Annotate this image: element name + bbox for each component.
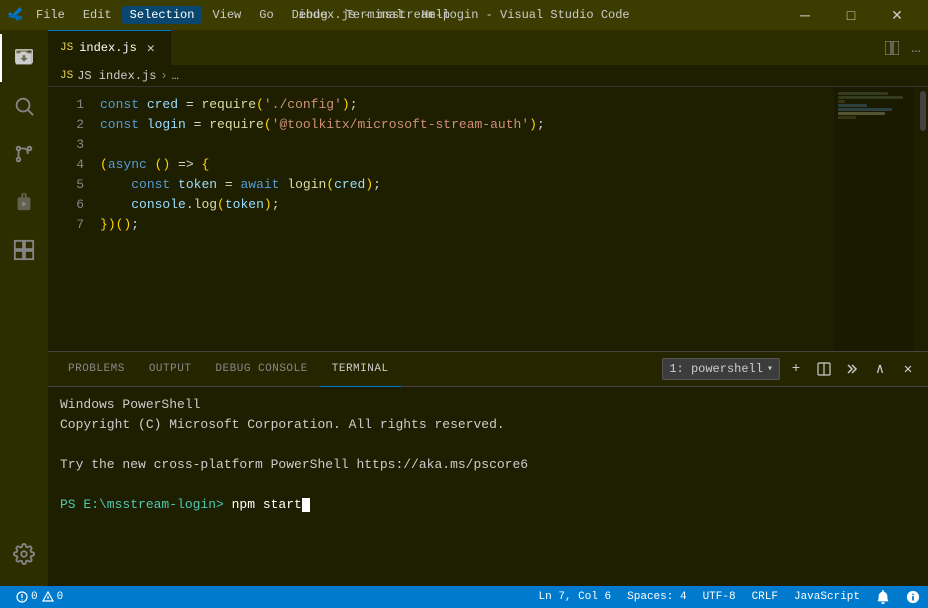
menu-go[interactable]: Go	[251, 6, 281, 24]
terminal-panel: PROBLEMS OUTPUT DEBUG CONSOLE TERMINAL 1…	[48, 351, 928, 586]
tab-bar: JS index.js ✕ …	[48, 30, 928, 65]
settings-activity-icon[interactable]	[0, 530, 48, 578]
code-line-3	[100, 135, 834, 155]
tab-close-button[interactable]: ✕	[143, 40, 159, 56]
more-actions-button[interactable]: …	[904, 30, 928, 65]
tab-terminal[interactable]: TERMINAL	[320, 352, 401, 387]
error-count: 0	[31, 591, 38, 603]
error-indicator: 0	[16, 591, 38, 603]
editor-terminal-container: 1 2 3 4 5 6 7 const cred = require('./co…	[48, 87, 928, 586]
search-activity-icon[interactable]	[0, 82, 48, 130]
terminal-selector-label: 1: powershell	[669, 362, 763, 376]
terminal-line-2: Copyright (C) Microsoft Corporation. All…	[60, 415, 916, 435]
editor-layout-button[interactable]	[880, 30, 904, 65]
maximize-button[interactable]: □	[828, 0, 874, 30]
maximize-panel-button[interactable]: ∧	[868, 357, 892, 381]
minimize-button[interactable]: ─	[782, 0, 828, 30]
scroll-thumb[interactable]	[920, 91, 926, 131]
menu-file[interactable]: File	[28, 6, 73, 24]
breadcrumb-path: …	[172, 69, 179, 83]
source-control-activity-icon[interactable]	[0, 130, 48, 178]
breadcrumb-separator: ›	[160, 69, 167, 83]
line-numbers: 1 2 3 4 5 6 7	[48, 87, 96, 351]
editor-area: JS index.js ✕ … JS JS index.js › … 1 2	[48, 30, 928, 586]
terminal-prompt-line: PS E:\msstream-login> npm start	[60, 495, 916, 515]
breadcrumb-js-icon: JS	[60, 70, 73, 82]
warning-count: 0	[57, 591, 64, 603]
status-spaces[interactable]: Spaces: 4	[619, 586, 694, 608]
tab-filename: index.js	[79, 41, 137, 55]
terminal-prompt: PS E:\msstream-login>	[60, 497, 224, 512]
terminal-line-4: Try the new cross-platform PowerShell ht…	[60, 455, 916, 475]
code-line-7: })();	[100, 215, 834, 235]
breadcrumb: JS JS index.js › …	[48, 65, 928, 87]
title-bar: File Edit Selection View Go Debug Termin…	[0, 0, 928, 30]
debug-activity-icon[interactable]	[0, 178, 48, 226]
code-line-5: const token = await login(cred);	[100, 175, 834, 195]
activity-bar	[0, 30, 48, 586]
tab-output[interactable]: OUTPUT	[137, 352, 204, 387]
new-terminal-button[interactable]: +	[784, 357, 808, 381]
vscode-logo	[8, 7, 24, 23]
status-feedback-icon[interactable]	[898, 586, 928, 608]
terminal-command: npm start	[224, 497, 302, 512]
terminal-cursor	[302, 498, 310, 512]
panel-tabs: PROBLEMS OUTPUT DEBUG CONSOLE TERMINAL 1…	[48, 352, 928, 387]
kill-terminal-button[interactable]	[840, 357, 864, 381]
code-content[interactable]: const cred = require('./config'); const …	[96, 87, 834, 351]
extensions-activity-icon[interactable]	[0, 226, 48, 274]
split-terminal-button[interactable]	[812, 357, 836, 381]
code-line-1: const cred = require('./config');	[100, 95, 834, 115]
terminal-line-3	[60, 435, 916, 455]
terminal-dropdown-icon: ▾	[767, 363, 773, 375]
status-language[interactable]: JavaScript	[786, 586, 868, 608]
terminal-line-5	[60, 475, 916, 495]
minimap	[834, 87, 914, 351]
tab-problems[interactable]: PROBLEMS	[56, 352, 137, 387]
status-errors[interactable]: 0 0	[8, 586, 71, 608]
scroll-track[interactable]	[914, 87, 928, 351]
code-editor[interactable]: 1 2 3 4 5 6 7 const cred = require('./co…	[48, 87, 928, 351]
status-bar-left: 0 0	[0, 586, 79, 608]
menu-edit[interactable]: Edit	[75, 6, 120, 24]
panel-actions: 1: powershell ▾ + ∧ ✕	[662, 357, 920, 381]
terminal-selector[interactable]: 1: powershell ▾	[662, 358, 780, 380]
close-button[interactable]: ✕	[874, 0, 920, 30]
tab-debug-console[interactable]: DEBUG CONSOLE	[203, 352, 319, 387]
editor-tab-index-js[interactable]: JS index.js ✕	[48, 30, 171, 65]
terminal-line-1: Windows PowerShell	[60, 395, 916, 415]
explorer-activity-icon[interactable]	[0, 34, 48, 82]
status-bar-right: Ln 7, Col 6 Spaces: 4 UTF-8 CRLF JavaScr…	[531, 586, 928, 608]
code-line-2: const login = require('@toolkitx/microso…	[100, 115, 834, 135]
status-position[interactable]: Ln 7, Col 6	[531, 586, 620, 608]
js-file-icon: JS	[60, 42, 73, 54]
activity-bar-bottom	[0, 530, 48, 586]
code-line-6: console.log(token);	[100, 195, 834, 215]
warning-indicator: 0	[42, 591, 64, 603]
close-panel-button[interactable]: ✕	[896, 357, 920, 381]
terminal-content[interactable]: Windows PowerShell Copyright (C) Microso…	[48, 387, 928, 586]
window-title: index.js - msstream-login - Visual Studi…	[298, 8, 629, 22]
main-layout: JS index.js ✕ … JS JS index.js › … 1 2	[0, 30, 928, 586]
breadcrumb-filename: JS index.js	[77, 69, 156, 83]
menu-view[interactable]: View	[204, 6, 249, 24]
status-line-ending[interactable]: CRLF	[744, 586, 786, 608]
menu-selection[interactable]: Selection	[122, 6, 203, 24]
status-encoding[interactable]: UTF-8	[695, 586, 744, 608]
code-line-4: (async () => {	[100, 155, 834, 175]
status-notification-icon[interactable]	[868, 586, 898, 608]
status-bar: 0 0 Ln 7, Col 6 Spaces: 4 UTF-8 CRLF Jav…	[0, 586, 928, 608]
window-controls: ─ □ ✕	[782, 0, 920, 30]
